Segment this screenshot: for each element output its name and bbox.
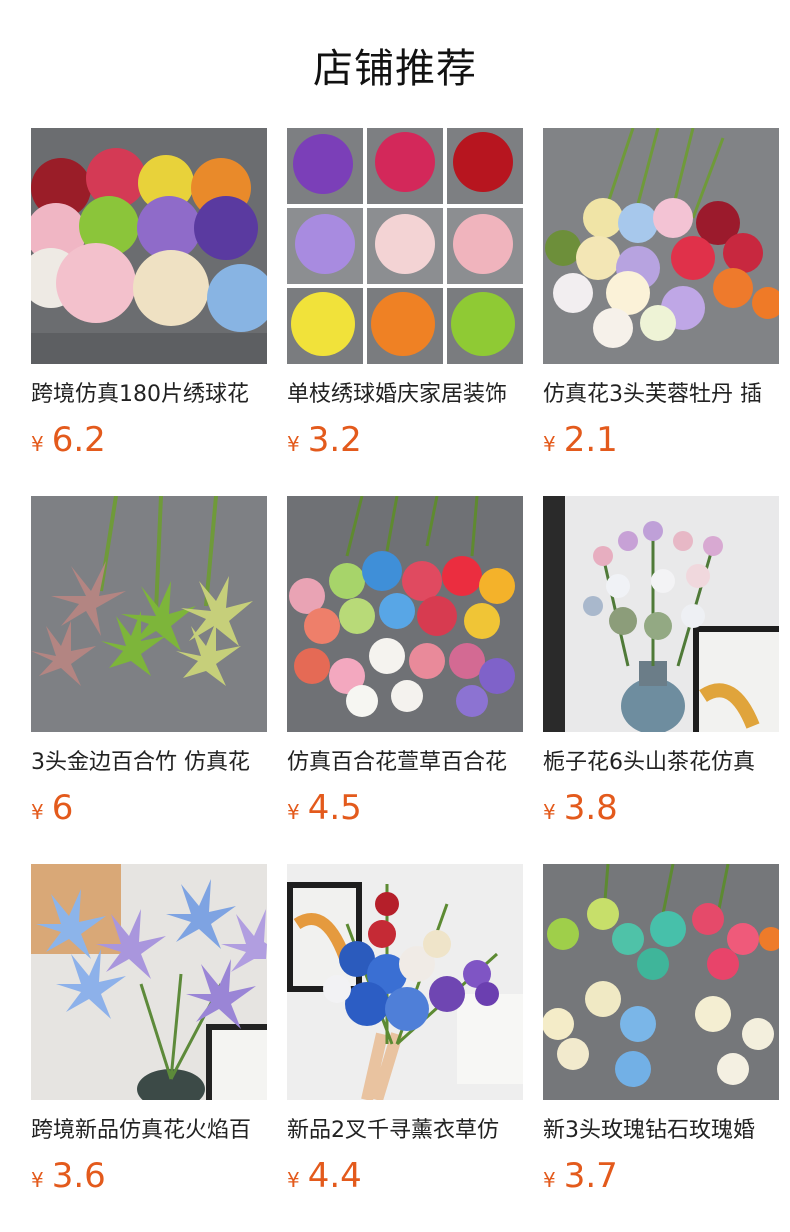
product-card[interactable]: 仿真百合花萱草百合花 ¥ 4.5: [287, 496, 523, 828]
product-grid: 跨境仿真180片绣球花 ¥ 6.2 单枝绣球婚庆家居装饰 ¥ 3.2 仿真花3头…: [31, 128, 779, 1208]
product-title[interactable]: 仿真百合花萱草百合花: [287, 748, 523, 778]
price-value: 6: [51, 788, 74, 828]
product-price: ¥ 4.5: [287, 788, 523, 828]
page-title: 店铺推荐: [313, 46, 477, 92]
product-image[interactable]: [31, 128, 267, 364]
product-card[interactable]: 新3头玫瑰钻石玫瑰婚 ¥ 3.7: [543, 864, 779, 1196]
currency-symbol: ¥: [543, 800, 556, 824]
product-image[interactable]: [287, 864, 523, 1100]
product-price: ¥ 3.6: [31, 1156, 267, 1196]
product-image[interactable]: [543, 496, 779, 732]
currency-symbol: ¥: [543, 432, 556, 456]
price-value: 3.6: [51, 1156, 106, 1196]
product-price: ¥ 2.1: [543, 420, 779, 460]
currency-symbol: ¥: [287, 1168, 300, 1192]
currency-symbol: ¥: [31, 800, 44, 824]
price-value: 3.2: [307, 420, 362, 460]
currency-symbol: ¥: [543, 1168, 556, 1192]
product-title[interactable]: 新3头玫瑰钻石玫瑰婚: [543, 1116, 779, 1146]
price-value: 4.5: [307, 788, 362, 828]
product-image[interactable]: [31, 864, 267, 1100]
product-card[interactable]: 仿真花3头芙蓉牡丹 插 ¥ 2.1: [543, 128, 779, 460]
product-price: ¥ 3.7: [543, 1156, 779, 1196]
product-price: ¥ 3.2: [287, 420, 523, 460]
product-price: ¥ 3.8: [543, 788, 779, 828]
product-card[interactable]: 单枝绣球婚庆家居装饰 ¥ 3.2: [287, 128, 523, 460]
currency-symbol: ¥: [287, 800, 300, 824]
price-value: 4.4: [307, 1156, 362, 1196]
product-price: ¥ 6.2: [31, 420, 267, 460]
currency-symbol: ¥: [31, 1168, 44, 1192]
product-title[interactable]: 跨境仿真180片绣球花: [31, 380, 267, 410]
currency-symbol: ¥: [287, 432, 300, 456]
product-price: ¥ 6: [31, 788, 267, 828]
product-card[interactable]: 跨境新品仿真花火焰百 ¥ 3.6: [31, 864, 267, 1196]
product-card[interactable]: 3头金边百合竹 仿真花 ¥ 6: [31, 496, 267, 828]
product-card[interactable]: 新品2叉千寻薰衣草仿 ¥ 4.4: [287, 864, 523, 1196]
page-header: 店铺推荐: [0, 36, 790, 94]
product-title[interactable]: 仿真花3头芙蓉牡丹 插: [543, 380, 779, 410]
price-value: 2.1: [563, 420, 618, 460]
currency-symbol: ¥: [31, 432, 44, 456]
product-card[interactable]: 栀子花6头山茶花仿真 ¥ 3.8: [543, 496, 779, 828]
product-title[interactable]: 3头金边百合竹 仿真花: [31, 748, 267, 778]
product-image[interactable]: [31, 496, 267, 732]
product-title[interactable]: 新品2叉千寻薰衣草仿: [287, 1116, 523, 1146]
product-card[interactable]: 跨境仿真180片绣球花 ¥ 6.2: [31, 128, 267, 460]
price-value: 3.8: [563, 788, 618, 828]
product-image[interactable]: [543, 864, 779, 1100]
price-value: 3.7: [563, 1156, 618, 1196]
product-title[interactable]: 单枝绣球婚庆家居装饰: [287, 380, 523, 410]
product-image[interactable]: [543, 128, 779, 364]
product-image[interactable]: [287, 128, 523, 364]
product-price: ¥ 4.4: [287, 1156, 523, 1196]
product-image[interactable]: [287, 496, 523, 732]
price-value: 6.2: [51, 420, 106, 460]
product-title[interactable]: 跨境新品仿真花火焰百: [31, 1116, 267, 1146]
product-title[interactable]: 栀子花6头山茶花仿真: [543, 748, 779, 778]
